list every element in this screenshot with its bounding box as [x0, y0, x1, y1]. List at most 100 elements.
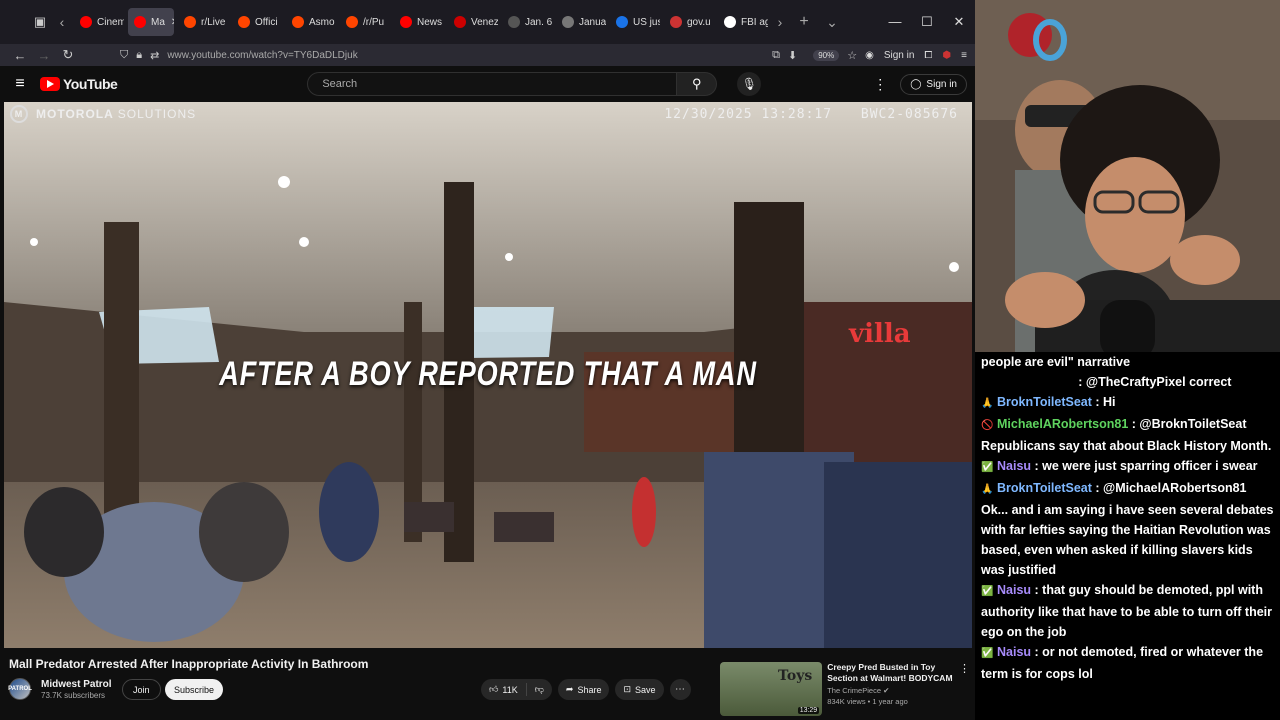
tab-favicon-icon: [80, 16, 92, 28]
more-actions-icon[interactable]: ⋯: [669, 679, 691, 700]
video-player[interactable]: villa M MOTOROLA SOLUTIONS 12/30/2025 13…: [4, 102, 972, 648]
video-title: Mall Predator Arrested After Inappropria…: [9, 657, 369, 671]
svg-text:villa: villa: [848, 319, 911, 349]
menu-icon[interactable]: ≡: [961, 50, 967, 61]
browser-tab[interactable]: r/Live: [178, 8, 228, 36]
youtube-logo[interactable]: YouTube: [40, 76, 118, 92]
tab-label: News: [417, 16, 443, 28]
tab-favicon-icon: [562, 16, 574, 28]
video-caption: AFTER A BOY REPORTED THAT A MAN: [219, 355, 757, 393]
ublock-icon[interactable]: ⬢: [942, 50, 951, 61]
account-icon[interactable]: ◉: [865, 50, 874, 61]
recommended-title[interactable]: Creepy Pred Busted in Toy Section at Wal…: [827, 662, 955, 684]
tab-favicon-icon: [346, 16, 358, 28]
channel-name[interactable]: Midwest Patrol: [41, 679, 112, 690]
browser-tab[interactable]: gov.u: [664, 8, 714, 36]
picture-in-picture-icon[interactable]: ⧉: [772, 49, 780, 62]
browser-tab[interactable]: FBI ag: [718, 8, 768, 36]
browser-tab[interactable]: Offici: [232, 8, 282, 36]
browser-tab[interactable]: Janua: [556, 8, 606, 36]
dislike-button[interactable]: 👎︎: [527, 679, 552, 700]
tab-label: Ma: [151, 16, 165, 28]
channel-info[interactable]: PATROL Midwest Patrol 73.7K subscribers: [8, 678, 112, 700]
save-button[interactable]: ⊡ Save: [615, 679, 664, 700]
tab-label: Venez: [471, 16, 498, 28]
browser-tab[interactable]: US jus: [610, 8, 660, 36]
microphone-icon[interactable]: 🎙︎: [737, 72, 762, 96]
chat-username[interactable]: MichaelARobertson81: [997, 417, 1128, 431]
chat-username[interactable]: Naisu: [997, 583, 1031, 597]
browser-tab[interactable]: Venez: [448, 8, 498, 36]
recommended-meta: 834K views • 1 year ago: [827, 697, 908, 706]
tab-favicon-icon: [400, 16, 412, 28]
forward-icon[interactable]: →: [32, 48, 56, 63]
tab-list: Cinem Ma ✕ r/Live Offici Asmo/r/Pu News Venez Ja…: [72, 8, 770, 36]
reload-icon[interactable]: ↻: [56, 47, 80, 63]
motorola-batwing-icon: M: [10, 105, 28, 123]
like-button[interactable]: 👍︎ 11K: [481, 679, 526, 700]
tab-favicon-icon: [670, 16, 682, 28]
brand-name: MOTOROLA: [36, 107, 114, 121]
guide-menu-icon[interactable]: ≡: [0, 75, 40, 93]
verified-icon: ✔: [883, 686, 890, 695]
browser-tab[interactable]: Cinem: [74, 8, 124, 36]
recommended-menu-icon[interactable]: ⋮: [959, 662, 970, 718]
chat-badge-icon: ✅: [981, 586, 994, 597]
chat-username[interactable]: BroknToiletSeat: [997, 395, 1092, 409]
recommended-thumbnail[interactable]: Toys 13:29: [720, 662, 823, 716]
youtube-sign-in-label: Sign in: [926, 78, 957, 90]
thumbs-down-icon: 👎︎: [534, 684, 544, 694]
recommended-video[interactable]: Toys 13:29 Creepy Pred Busted in Toy Sec…: [720, 662, 970, 718]
recommended-duration: 13:29: [797, 707, 820, 714]
chat-username[interactable]: Naisu: [997, 459, 1031, 473]
video-info: Mall Predator Arrested After Inappropria…: [0, 648, 975, 720]
back-icon[interactable]: ←: [8, 48, 32, 63]
chat-message: ✅ Naisu : that guy should be demoted, ppl…: [981, 580, 1274, 642]
thumbs-up-icon: 👍︎: [489, 684, 499, 694]
permissions-icon[interactable]: ⇄: [150, 49, 159, 62]
new-tab-icon[interactable]: +: [790, 13, 818, 31]
browser-tab[interactable]: Ma ✕: [128, 8, 174, 36]
chat-username[interactable]: BroknToiletSeat: [997, 481, 1092, 495]
bookmark-star-icon[interactable]: ☆: [847, 49, 857, 62]
channel-avatar[interactable]: PATROL: [8, 678, 32, 700]
share-label: Share: [577, 684, 602, 695]
recommended-channel[interactable]: The CrimePiece ✔: [827, 686, 955, 695]
browser-tab[interactable]: News: [394, 8, 444, 36]
browser-tab[interactable]: Jan. 6: [502, 8, 552, 36]
share-button[interactable]: ➦ Share: [557, 679, 610, 700]
lock-icon[interactable]: 🔒︎: [136, 49, 142, 62]
settings-kebab-icon[interactable]: ⋮: [870, 76, 890, 93]
chat-badge-icon: 🙏: [981, 398, 994, 409]
tab-label: Asmo: [309, 16, 335, 28]
chat-username[interactable]: Naisu: [997, 645, 1031, 659]
address-bar[interactable]: ⛉ 🔒︎ ⇄ www.youtube.com/watch?v=TY6DaDLDj…: [120, 49, 865, 62]
extensions-icon[interactable]: ⧠: [924, 50, 932, 61]
url-text[interactable]: www.youtube.com/watch?v=TY6DaDLDjuk: [167, 50, 357, 61]
subscribe-button[interactable]: Subscribe: [165, 679, 224, 700]
chat-text: : @MichaelARobertson81 Ok... and i am sa…: [981, 481, 1277, 577]
close-tab-icon[interactable]: ✕: [171, 17, 174, 28]
close-window-icon[interactable]: ✕: [943, 14, 975, 30]
minimize-icon[interactable]: —: [879, 14, 911, 30]
webcam-feed: [975, 0, 1280, 360]
tabs-scroll-left-icon[interactable]: ‹: [52, 14, 72, 30]
chat-message: 🚫 MichaelARobertson81 : @BroknToiletSeat …: [981, 414, 1274, 456]
tab-favicon-icon: [238, 16, 250, 28]
tab-label: Offici: [255, 16, 278, 28]
join-button[interactable]: Join: [122, 679, 161, 700]
browser-sign-in[interactable]: Sign in: [884, 50, 915, 61]
browser-tab[interactable]: Asmo: [286, 8, 336, 36]
youtube-sign-in-button[interactable]: ◯ Sign in: [900, 73, 967, 95]
maximize-icon[interactable]: ☐: [911, 14, 943, 30]
zoom-level[interactable]: 90%: [813, 49, 840, 61]
search-icon[interactable]: ⚲: [677, 72, 718, 96]
tabs-scroll-right-icon[interactable]: ›: [770, 14, 790, 30]
shield-icon[interactable]: ⛉: [120, 49, 128, 62]
browser-tab[interactable]: /r/Pu: [340, 8, 390, 36]
pocket-icon[interactable]: ⬇: [788, 49, 797, 62]
search-input[interactable]: Search: [307, 72, 678, 96]
youtube-header: ≡ YouTube Search ⚲ 🎙︎ ⋮ ◯ Sign in: [0, 66, 975, 102]
tab-overview-icon[interactable]: ▣: [28, 10, 52, 34]
tab-list-dropdown-icon[interactable]: ⌄: [818, 14, 846, 31]
